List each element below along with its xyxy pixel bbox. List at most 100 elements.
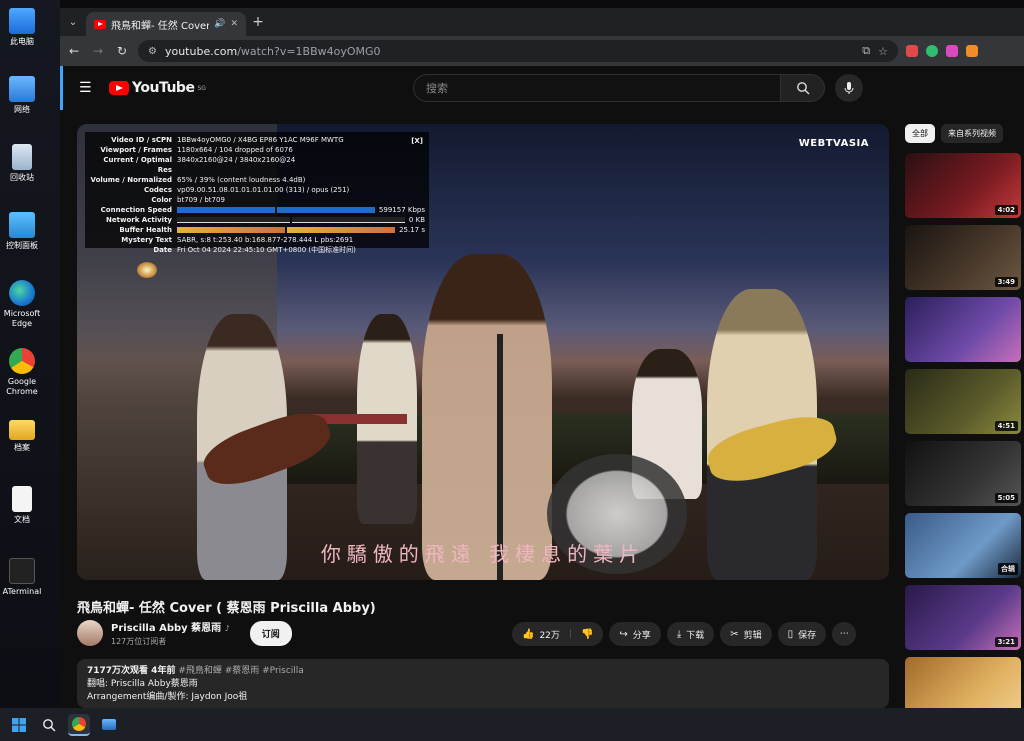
- url-host: youtube.com: [164, 44, 238, 58]
- stats-for-nerds-panel: [X] Video ID / sCPN 1BBw4oyOMG0 / X4BG EP…: [85, 132, 429, 254]
- more-icon: ⋯: [839, 629, 849, 639]
- stats-row: Color bt709 / bt709: [151, 196, 225, 204]
- speaker-icon[interactable]: 🔊: [214, 19, 225, 29]
- youtube-logo[interactable]: YouTube SG: [109, 80, 206, 96]
- extension-metamask-icon[interactable]: [966, 45, 978, 57]
- url-input[interactable]: ⚙ youtube.com/watch?v=1BBw4oyOMG0 ⧉ ☆: [138, 40, 898, 62]
- reload-icon[interactable]: ↻: [114, 44, 130, 58]
- thumbs-down-icon[interactable]: 👎: [581, 629, 593, 640]
- tab-search-icon[interactable]: ⌄: [60, 17, 86, 28]
- download-button[interactable]: ⤓ 下载: [666, 622, 715, 646]
- recycle-bin-icon: [12, 144, 32, 170]
- lamp: [137, 262, 157, 278]
- browser-window: ⌄ 飛鳥和蟬- 任然 Cover ( 蔡恩雨 🔊 ✕ + ← → ↻ ⚙ you…: [60, 8, 1024, 722]
- stats-row: Current / Optimal Res 3840x2160@24 / 3840…: [103, 156, 296, 174]
- extension-grammarly-icon[interactable]: [926, 45, 938, 57]
- install-app-icon[interactable]: ⧉: [862, 44, 870, 58]
- network-activity-graph: [177, 217, 405, 223]
- connection-speed-graph: [177, 207, 375, 213]
- chrome-icon: [72, 716, 86, 731]
- desktop-icon-terminal[interactable]: ATerminal: [0, 558, 44, 597]
- address-bar: ← → ↻ ⚙ youtube.com/watch?v=1BBw4oyOMG0 …: [60, 36, 1024, 66]
- document-icon: [12, 486, 32, 512]
- tab-youtube[interactable]: 飛鳥和蟬- 任然 Cover ( 蔡恩雨 🔊 ✕: [86, 12, 246, 36]
- edge-icon: [9, 280, 35, 306]
- desktop: 此电脑 网络 回收站 控制面板 Microsoft Edge Google Ch…: [0, 0, 60, 708]
- scissors-icon: ✂: [730, 628, 739, 640]
- taskbar: [0, 708, 1024, 741]
- related-video-thumbnail[interactable]: [905, 297, 1021, 362]
- stats-row: Codecs vp09.00.51.08.01.01.01.01.00 (313)…: [143, 186, 350, 194]
- more-actions-button[interactable]: ⋯: [832, 622, 857, 646]
- stats-row: Volume / Normalized 65% / 39% (content lo…: [90, 176, 306, 184]
- taskbar-chrome[interactable]: [68, 713, 90, 736]
- menu-icon[interactable]: ☰: [79, 80, 93, 96]
- description-box[interactable]: 7177万次观看 4年前 #飛鳥和蟬 #蔡恩雨 #Priscilla 翻唱: P…: [77, 659, 889, 708]
- youtube-logo-icon: [109, 81, 129, 95]
- stats-row: Video ID / sCPN 1BBw4oyOMG0 / X4BG EP86 Y…: [111, 136, 344, 144]
- new-tab-button[interactable]: +: [246, 14, 270, 30]
- lyrics-subtitle: 你驕傲的飛遠 我棲息的葉片: [320, 542, 646, 566]
- channel-avatar[interactable]: [77, 620, 103, 646]
- related-video-thumbnail[interactable]: 合辑: [905, 513, 1021, 578]
- taskbar-photos[interactable]: [98, 714, 120, 736]
- clip-button[interactable]: ✂ 剪辑: [720, 622, 772, 646]
- site-info-icon[interactable]: ⚙: [148, 46, 157, 57]
- subscribe-button[interactable]: 订阅: [249, 620, 292, 646]
- video-player[interactable]: [X] Video ID / sCPN 1BBw4oyOMG0 / X4BG EP…: [77, 124, 889, 580]
- voice-search-button[interactable]: [835, 74, 863, 102]
- desktop-icon-control-panel[interactable]: 控制面板: [0, 212, 44, 251]
- singer: [422, 254, 552, 580]
- close-tab-icon[interactable]: ✕: [230, 19, 238, 29]
- desktop-icon-edge[interactable]: Microsoft Edge: [0, 280, 44, 329]
- desktop-icon-files[interactable]: 档案: [0, 420, 44, 453]
- stats-row: Viewport / Frames 1180x664 / 104 dropped …: [100, 146, 293, 154]
- related-video-thumbnail[interactable]: 3:21: [905, 585, 1021, 650]
- related-video-thumbnail[interactable]: 5:05: [905, 441, 1021, 506]
- bookmark-icon: ▯: [787, 628, 794, 640]
- like-button[interactable]: 👍 22万 | 👎: [512, 622, 604, 646]
- youtube-header: ☰ YouTube SG 搜索: [60, 66, 1024, 110]
- search-input[interactable]: 搜索: [413, 74, 781, 102]
- related-sidebar: 全部 来自系列视频 4:02 3:49 4:51 5:05 合辑 3:21: [905, 124, 1024, 729]
- bookmark-star-icon[interactable]: ☆: [878, 45, 888, 58]
- tab-bar: ⌄ 飛鳥和蟬- 任然 Cover ( 蔡恩雨 🔊 ✕ +: [60, 8, 1024, 36]
- desktop-icon-recycle-bin[interactable]: 回收站: [0, 144, 44, 183]
- windows-icon: [12, 717, 26, 732]
- extension-icon[interactable]: [906, 45, 918, 57]
- share-button[interactable]: ↪ 分享: [609, 622, 661, 646]
- related-video-thumbnail[interactable]: 4:02: [905, 153, 1021, 218]
- stats-close-button[interactable]: [X]: [411, 136, 423, 146]
- microphone-icon: [844, 82, 854, 94]
- desktop-icon-this-pc[interactable]: 此电脑: [0, 8, 44, 47]
- taskbar-search-button[interactable]: [38, 714, 60, 736]
- desktop-icon-documents[interactable]: 文档: [0, 486, 44, 525]
- terminal-icon: [9, 558, 35, 584]
- youtube-page: ☰ YouTube SG 搜索 [X] Video ID / sCPN 1BBw…: [60, 66, 1024, 722]
- search-icon: [43, 718, 56, 731]
- duration-badge: 4:02: [994, 205, 1018, 215]
- extension-pink-icon[interactable]: [946, 45, 958, 57]
- desktop-icon-chrome[interactable]: Google Chrome: [0, 348, 44, 397]
- search-bar: 搜索: [413, 74, 825, 102]
- save-button[interactable]: ▯ 保存: [777, 622, 827, 646]
- duration-badge: 3:49: [994, 277, 1018, 287]
- thumbs-up-icon: 👍: [522, 628, 535, 640]
- back-icon[interactable]: ←: [66, 44, 82, 58]
- search-icon: [796, 82, 809, 95]
- chip-series[interactable]: 来自系列视频: [941, 124, 1003, 143]
- forward-icon[interactable]: →: [90, 44, 106, 58]
- related-video-thumbnail[interactable]: 4:51: [905, 369, 1021, 434]
- chip-all[interactable]: 全部: [905, 124, 935, 143]
- mix-badge: 合辑: [998, 563, 1018, 575]
- video-title: 飛鳥和蟬- 任然 Cover ( 蔡恩雨 Priscilla Abby): [77, 601, 376, 616]
- channel-watermark: WEBTVASIA: [798, 138, 869, 149]
- search-button[interactable]: [781, 74, 825, 102]
- start-button[interactable]: [8, 714, 30, 736]
- related-video-thumbnail[interactable]: 3:49: [905, 225, 1021, 290]
- hashtags[interactable]: #飛鳥和蟬 #蔡恩雨 #Priscilla: [178, 666, 303, 676]
- desktop-icon-network[interactable]: 网络: [0, 76, 44, 115]
- region-code: SG: [197, 84, 206, 92]
- channel-name[interactable]: Priscilla Abby 蔡恩雨 ♪: [111, 619, 230, 634]
- description-line: 翻唱: Priscilla Abby蔡恩雨: [87, 679, 198, 689]
